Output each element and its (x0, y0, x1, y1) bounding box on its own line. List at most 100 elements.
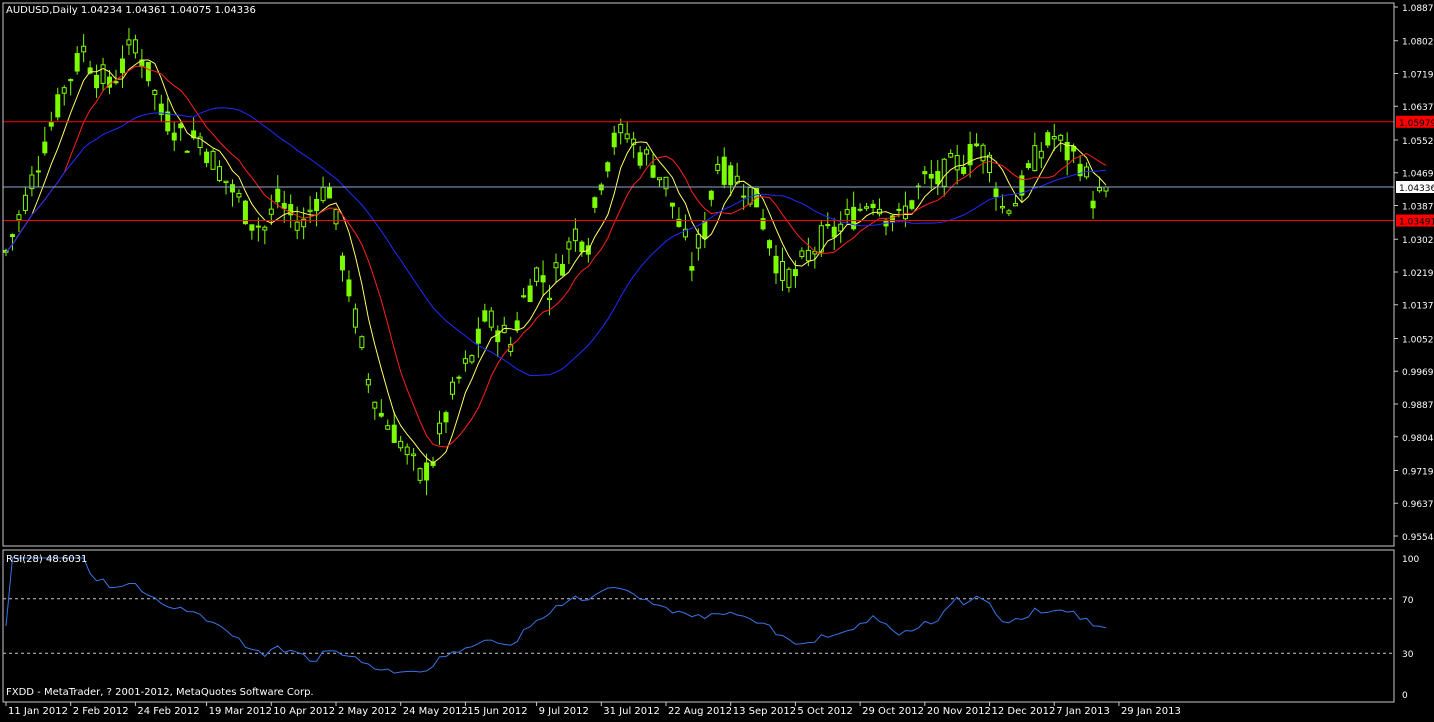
price-tick-label: 1.01370 (1402, 302, 1434, 312)
candle-body (229, 184, 235, 193)
candle-body (346, 279, 352, 297)
candle-body (948, 152, 954, 158)
candle-body (1103, 186, 1109, 192)
candle-body (482, 310, 488, 322)
candle-body (741, 195, 747, 198)
candle-body (294, 221, 300, 231)
candle-body (262, 226, 268, 231)
time-tick-label: 29 Jan 2013 (1121, 706, 1181, 717)
candle-body (281, 202, 287, 209)
candle-body (851, 206, 857, 230)
candle-body (922, 171, 928, 175)
time-tick-label: 24 May 2012 (403, 706, 468, 717)
candle-body (469, 355, 475, 363)
candle-body (126, 39, 132, 46)
candle-body (1058, 134, 1064, 141)
candle-body (488, 310, 494, 328)
price-tick-label: 0.98870 (1402, 401, 1434, 411)
candle-body (779, 260, 785, 281)
price-tick-label: 0.95545 (1402, 533, 1434, 543)
candle-body (16, 214, 22, 221)
candle-body (708, 190, 714, 200)
candle-body (1038, 150, 1044, 159)
candle-body (689, 266, 695, 271)
candle-body (48, 121, 54, 127)
candle-body (650, 165, 656, 178)
candle-body (657, 177, 663, 181)
candle-body (339, 255, 345, 271)
candle-body (359, 336, 365, 349)
candle-body (404, 446, 410, 456)
candle-body (1006, 210, 1012, 214)
rsi-label: RSI(28) 48.6031 (6, 554, 87, 565)
price-tick-label: 0.99695 (1402, 368, 1434, 378)
candle-body (68, 79, 74, 82)
candle-body (462, 358, 468, 364)
candle-body (1032, 145, 1038, 172)
time-tick-label: 5 Oct 2012 (797, 706, 852, 717)
candle-body (352, 308, 358, 328)
candle-body (275, 188, 281, 203)
candle-body (980, 144, 986, 162)
candle-body (993, 188, 999, 198)
mt4-chart-window[interactable]: 1.08870 1.08020 1.07195 1.06370 1.05520 1.046… (0, 0, 1434, 718)
candle-body (132, 39, 138, 54)
candle-body (592, 197, 598, 208)
candle-body (728, 165, 734, 186)
candle-body (1012, 203, 1018, 207)
candle-body (411, 453, 417, 457)
candle-body (9, 234, 15, 238)
time-tick-label: 22 Aug 2012 (668, 706, 732, 717)
time-tick-label: 24 Feb 2012 (137, 706, 199, 717)
candle-body (171, 132, 177, 141)
price-marker-label: 1.03491 (1399, 218, 1434, 228)
price-tick-label: 0.98045 (1402, 434, 1434, 444)
candle-body (210, 150, 216, 170)
candle-body (314, 198, 320, 212)
candle-body (521, 295, 527, 298)
candle-body (81, 45, 87, 53)
price-tick-label: 0.97195 (1402, 467, 1434, 477)
candle-body (961, 166, 967, 174)
candle-body (825, 224, 831, 227)
candle-body (792, 269, 798, 277)
candle-body (178, 123, 184, 129)
price-tick-label: 1.03870 (1402, 202, 1434, 212)
candle-body (119, 58, 125, 74)
candle-body (223, 180, 229, 184)
candle-body (909, 200, 915, 209)
price-tick-label: 1.08870 (1402, 4, 1434, 14)
background (0, 0, 1434, 718)
candle-body (307, 209, 313, 213)
candle-body (417, 468, 423, 481)
time-tick-label: 7 Jan 2013 (1056, 706, 1110, 717)
candle-body (540, 275, 546, 283)
candle-body (372, 401, 378, 409)
candle-body (559, 263, 565, 276)
time-tick-label: 13 Sep 2012 (733, 706, 796, 717)
candle-body (145, 61, 151, 82)
candle-body (553, 262, 559, 269)
candle-body (113, 81, 119, 84)
chart-title: AUDUSD,Daily 1.04234 1.04361 1.04075 1.0… (6, 5, 256, 16)
candle-body (974, 143, 980, 147)
candle-body (954, 155, 960, 171)
candle-body (217, 166, 223, 181)
price-tick-label: 1.02195 (1402, 269, 1434, 279)
candle-body (1045, 132, 1051, 146)
candle-body (55, 94, 61, 118)
price-tick-label: 1.00520 (1402, 335, 1434, 345)
candle-body (644, 149, 650, 155)
candle-body (877, 208, 883, 215)
candle-body (572, 228, 578, 242)
rsi-tick-label: 30 (1402, 650, 1414, 660)
time-tick-label: 20 Nov 2012 (927, 706, 991, 717)
candle-body (61, 87, 67, 94)
candle-body (611, 132, 617, 148)
candle-body (935, 171, 941, 185)
candle-body (1025, 163, 1031, 169)
candle-body (1051, 136, 1057, 140)
candle-body (449, 381, 455, 395)
candle-body (547, 297, 553, 301)
candle-body (786, 268, 792, 288)
